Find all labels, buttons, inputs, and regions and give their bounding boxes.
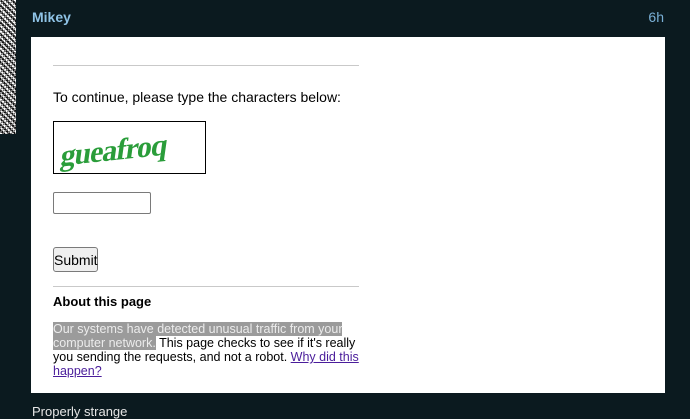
divider — [53, 286, 359, 287]
captcha-answer-input[interactable] — [53, 192, 151, 214]
captcha-image: gueafroq — [53, 121, 206, 174]
submit-button[interactable]: Submit — [53, 247, 98, 272]
captcha-text: gueafroq — [59, 127, 171, 172]
about-heading: About this page — [53, 294, 152, 309]
post-image-card: To continue, please type the characters … — [31, 37, 665, 393]
captcha-prompt: To continue, please type the characters … — [53, 89, 341, 105]
post-time[interactable]: 6h — [648, 9, 664, 25]
about-paragraph: Our systems have detected unusual traffi… — [53, 322, 359, 378]
author-name[interactable]: Mikey — [32, 9, 71, 25]
avatar[interactable] — [0, 0, 16, 134]
post-caption: Properly strange — [32, 404, 128, 419]
divider — [53, 65, 359, 66]
